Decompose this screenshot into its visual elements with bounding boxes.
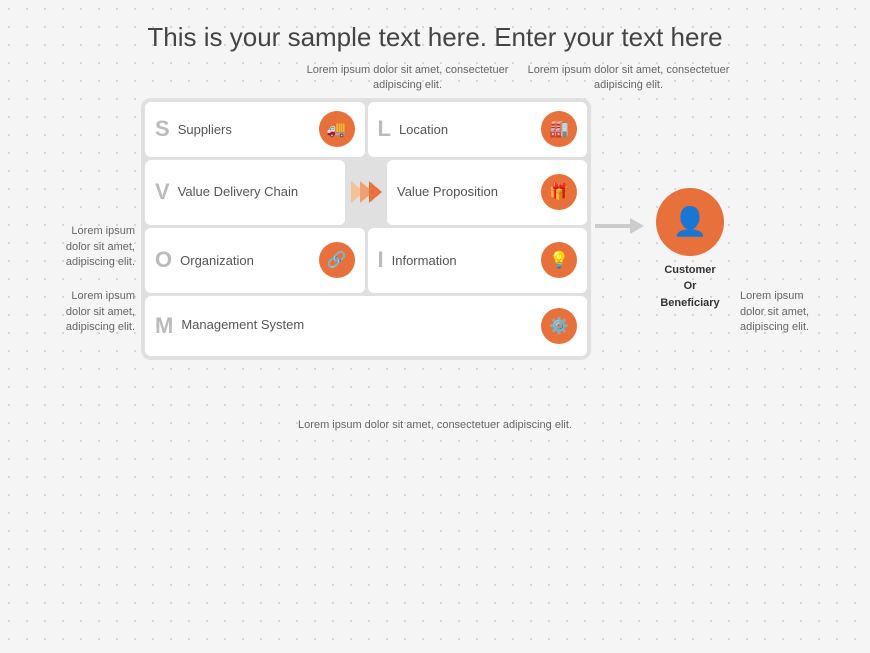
top-label-left: Lorem ipsum dolor sit amet, consectetuer… [300,63,515,94]
top-label-right: Lorem ipsum dolor sit amet, consectetuer… [521,63,736,94]
letter-s: S [155,116,170,142]
cell-value-delivery: V Value Delivery Chain [145,160,345,225]
right-label-info: Lorem ipsumdolor sit amet,adipiscing eli… [740,280,840,345]
icon-management: ⚙️ [541,308,577,344]
right-arrow [595,218,644,234]
text-value-proposition: Value Proposition [397,184,541,201]
text-suppliers: Suppliers [178,122,319,137]
customer-circle: 👤 [656,188,724,256]
chevrons-divider [348,160,384,225]
left-label-spacer [20,160,135,215]
icon-value: 🎁 [541,174,577,210]
text-management: Management System [181,317,541,334]
letter-m: M [155,313,173,339]
letter-l: L [378,116,391,142]
bottom-label: Lorem ipsum dolor sit amet, consectetuer… [0,417,870,434]
cell-suppliers: S Suppliers 🚚 [145,102,365,157]
text-value-delivery: Value Delivery Chain [178,184,335,201]
left-label-bottom: Lorem ipsumdolor sit amet,adipiscing eli… [20,280,135,345]
cell-location: L Location 🏭 [368,102,588,157]
cell-information: I Information 💡 [368,228,588,293]
customer-area: 👤 CustomerOrBeneficiary [650,188,730,312]
main-title: This is your sample text here. Enter you… [0,0,870,63]
icon-location: 🏭 [541,111,577,147]
icon-organization: 🔗 [319,242,355,278]
text-information: Information [392,253,541,268]
text-location: Location [399,122,541,137]
letter-v: V [155,179,170,205]
cell-organization: O Organization 🔗 [145,228,365,293]
icon-suppliers: 🚚 [319,111,355,147]
left-label-middle: Lorem ipsumdolor sit amet,adipiscing eli… [20,215,135,280]
letter-i: I [378,247,384,273]
letter-o: O [155,247,172,273]
customer-label: CustomerOrBeneficiary [660,262,719,312]
text-organization: Organization [180,253,318,268]
icon-information: 💡 [541,242,577,278]
cell-management: M Management System ⚙️ [145,296,587,356]
cell-value-proposition: Value Proposition 🎁 [387,160,587,225]
